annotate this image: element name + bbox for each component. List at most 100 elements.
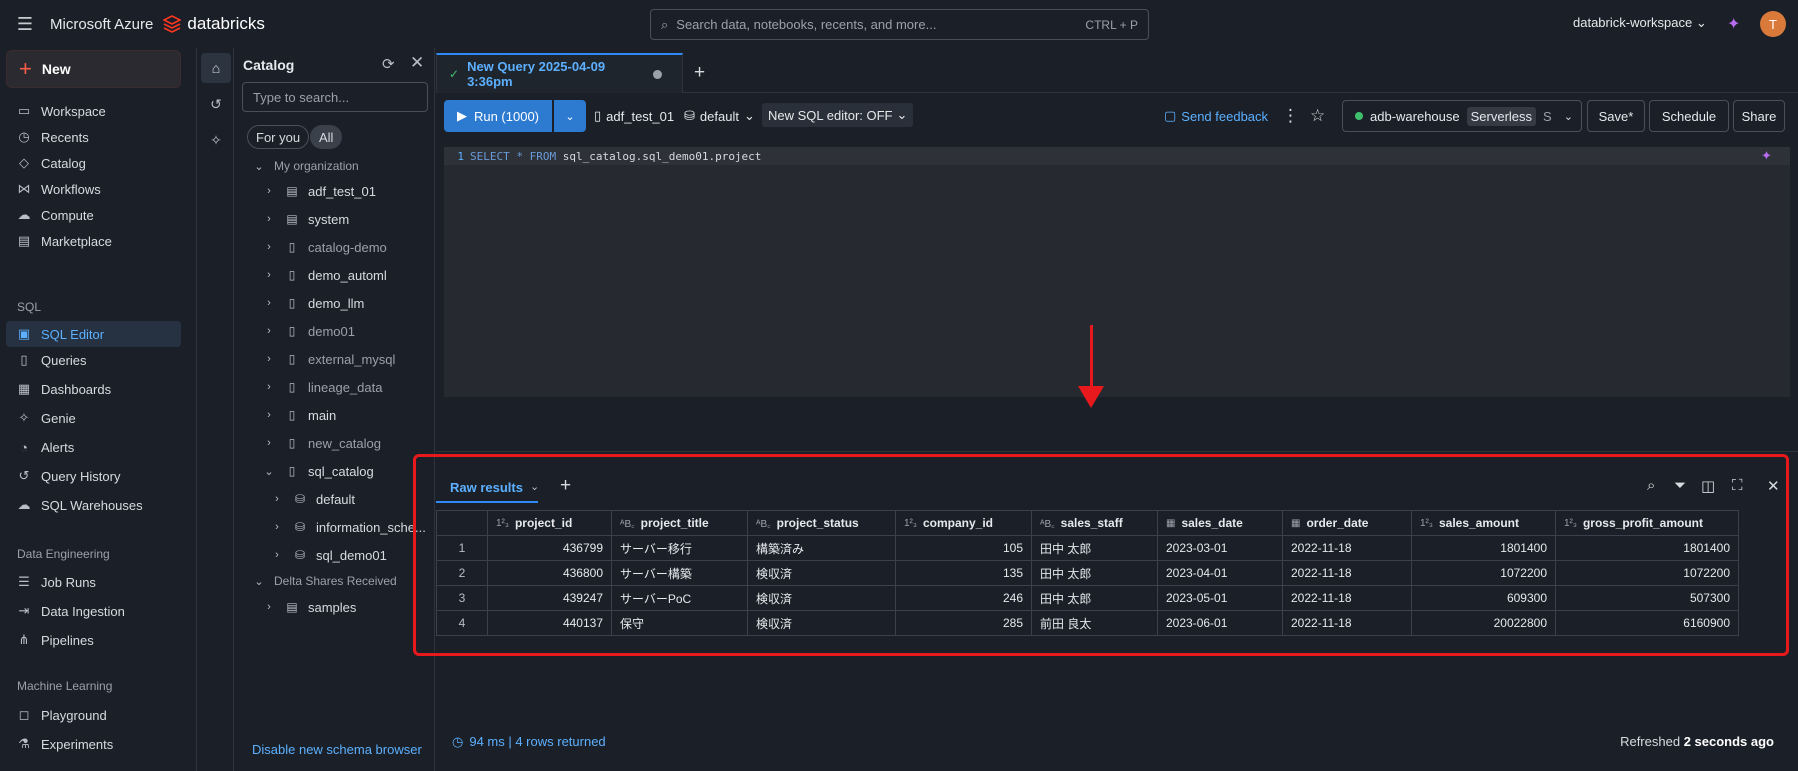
chevron-right-icon: › xyxy=(267,601,271,613)
sidebar-item-experiments[interactable]: ⚗ Experiments xyxy=(6,731,181,757)
tree-label: demo01 xyxy=(308,323,355,339)
sidebar-item-dashboards[interactable]: ▦ Dashboards xyxy=(6,376,181,402)
star-icon[interactable]: ☆ xyxy=(1310,106,1325,126)
sidebar-item-pipelines[interactable]: ⋔ Pipelines xyxy=(6,627,181,653)
menu-icon[interactable]: ☰ xyxy=(0,0,50,48)
disable-schema-browser-link[interactable]: Disable new schema browser xyxy=(252,742,422,757)
sidebar-item-job-runs[interactable]: ☰ Job Runs xyxy=(6,569,181,595)
catalog-icon: ▯ xyxy=(288,380,296,394)
workspace-switcher[interactable]: databrick-workspace ⌄ xyxy=(1573,15,1707,31)
history-icon[interactable]: ↺ xyxy=(201,89,231,119)
kebab-menu-icon[interactable]: ⋮ xyxy=(1282,106,1299,126)
add-tab-icon[interactable]: + xyxy=(694,62,705,84)
new-sql-editor-toggle[interactable]: New SQL editor: OFF ⌄ xyxy=(762,103,914,127)
avatar[interactable]: T xyxy=(1760,11,1786,37)
sidebar-item-alerts[interactable]: ◔ Alerts xyxy=(6,434,181,460)
tree-item-lineage-data[interactable]: › ▯ lineage_data xyxy=(262,374,382,400)
catalog-browser-icon[interactable]: ⌂ xyxy=(201,53,231,83)
save-button[interactable]: Save* xyxy=(1587,100,1645,132)
sidebar-item-playground[interactable]: ◻ Playground xyxy=(6,702,181,728)
tree-schema-information[interactable]: › ⛁ information_sche... xyxy=(270,514,426,540)
product-name: databricks xyxy=(187,14,265,33)
tab-title: New Query 2025-04-09 3:36pm xyxy=(467,59,606,89)
catalog-icon: ▯ xyxy=(288,408,296,422)
sidebar-item-genie[interactable]: ✧ Genie xyxy=(6,405,181,431)
share-button[interactable]: Share xyxy=(1733,100,1785,132)
sql-editor-line[interactable]: 1 SELECT * FROM sql_catalog.sql_demo01.p… xyxy=(444,147,1790,165)
sql-editor-area[interactable] xyxy=(444,165,1790,397)
play-icon: ▶ xyxy=(456,108,467,123)
run-button[interactable]: ▶ Run (1000) xyxy=(444,100,552,132)
sidebar-item-label: Genie xyxy=(41,410,76,426)
chevron-right-icon: › xyxy=(267,241,271,253)
new-button[interactable]: + New xyxy=(6,50,181,88)
assistant-sparkle-icon[interactable]: ✦ xyxy=(1761,148,1772,164)
chevron-right-icon: › xyxy=(267,213,271,225)
tree-item-demo-llm[interactable]: › ▯ demo_llm xyxy=(262,290,364,316)
search-shortcut: CTRL + P xyxy=(1085,17,1138,32)
warehouse-selector[interactable]: adb-warehouse Serverless S ⌄ xyxy=(1342,100,1582,132)
tree-label: sql_demo01 xyxy=(316,547,387,563)
schema-selector[interactable]: ⛁ default ⌄ xyxy=(684,108,755,124)
tree-item-demo01[interactable]: › ▯ demo01 xyxy=(262,318,355,344)
tree-item-catalog-demo[interactable]: › ▯ catalog-demo xyxy=(262,234,387,260)
assistant-icon[interactable]: ✧ xyxy=(201,125,231,155)
tree-delta-shares[interactable]: ⌄ Delta Shares Received xyxy=(252,568,396,594)
chevron-down-icon: ⌄ xyxy=(254,160,264,173)
tree-item-demo-automl[interactable]: › ▯ demo_automl xyxy=(262,262,387,288)
sidebar-item-recents[interactable]: ◷ Recents xyxy=(6,124,181,150)
database-icon: ⛁ xyxy=(294,492,306,506)
chevron-down-icon: ⌄ xyxy=(896,107,908,122)
filter-all[interactable]: All xyxy=(310,125,343,149)
tree-label: system xyxy=(308,211,350,227)
sql-code[interactable]: SELECT * FROM sql_catalog.sql_demo01.pro… xyxy=(470,150,761,163)
chevron-down-icon: ⌄ xyxy=(743,108,755,123)
sidebar-item-query-history[interactable]: ↺ Query History xyxy=(6,463,181,489)
sidebar-item-sql-editor[interactable]: ▣ SQL Editor xyxy=(6,321,181,347)
tree-item-main[interactable]: › ▯ main xyxy=(262,402,336,428)
brand-label: Microsoft Azure xyxy=(50,15,154,33)
catalog-icon: ▯ xyxy=(288,324,296,338)
schedule-button[interactable]: Schedule xyxy=(1649,100,1729,132)
tree-item-system[interactable]: › ▤ system xyxy=(262,206,349,232)
filter-for-you[interactable]: For you xyxy=(247,125,310,149)
sidebar-item-label: Compute xyxy=(41,207,94,223)
unsaved-dot-icon[interactable] xyxy=(653,69,662,79)
refresh-icon[interactable]: ⟳ xyxy=(382,55,395,73)
databricks-logo[interactable]: databricks xyxy=(163,14,265,34)
sidebar-item-label: Workspace xyxy=(41,103,106,119)
run-options-chevron-down-icon[interactable]: ⌄ xyxy=(554,100,586,132)
clock-icon: ◷ xyxy=(18,129,30,144)
send-feedback-link[interactable]: ▢ Send feedback xyxy=(1164,108,1268,124)
sidebar-item-sql-warehouses[interactable]: ☁ SQL Warehouses xyxy=(6,492,181,518)
catalog-icon: ▯ xyxy=(288,464,296,478)
tree-schema-default[interactable]: › ⛁ default xyxy=(270,486,355,512)
chevron-right-icon: › xyxy=(267,353,271,365)
tree-my-organization[interactable]: ⌄ My organization xyxy=(252,153,358,179)
tree-label: information_sche... xyxy=(316,519,426,535)
tab-new-query[interactable]: ✓ New Query 2025-04-09 3:36pm xyxy=(436,53,683,93)
global-search[interactable]: ⌕ Search data, notebooks, recents, and m… xyxy=(650,9,1149,40)
sidebar-item-catalog[interactable]: ◇ Catalog xyxy=(6,150,181,176)
close-icon[interactable]: ✕ xyxy=(410,53,424,73)
catalog-search-input[interactable]: Type to search... xyxy=(242,82,428,112)
assistant-sparkle-icon[interactable]: ✦ xyxy=(1727,14,1740,34)
sidebar-item-workspace[interactable]: ▭ Workspace xyxy=(6,98,181,124)
sidebar-item-compute[interactable]: ☁ Compute xyxy=(6,202,181,228)
catalog-selector[interactable]: ▯ adf_test_01 xyxy=(594,108,674,124)
database-icon: ⛁ xyxy=(684,108,695,123)
tree-item-sql-catalog[interactable]: ⌄ ▯ sql_catalog xyxy=(262,458,373,484)
sidebar-item-label: Job Runs xyxy=(41,574,96,590)
sidebar-item-queries[interactable]: ▯ Queries xyxy=(6,347,181,373)
tree-item-adf-test-01[interactable]: › ▤ adf_test_01 xyxy=(262,178,376,204)
database-icon: ⛁ xyxy=(294,548,306,562)
tree-item-new-catalog[interactable]: › ▯ new_catalog xyxy=(262,430,381,456)
sidebar-item-data-ingestion[interactable]: ⇥ Data Ingestion xyxy=(6,598,181,624)
sidebar-item-workflows[interactable]: ⋈ Workflows xyxy=(6,176,181,202)
tree-item-external-mysql[interactable]: › ▯ external_mysql xyxy=(262,346,395,372)
tree-item-samples[interactable]: › ▤ samples xyxy=(262,594,356,620)
sidebar-item-marketplace[interactable]: ▤ Marketplace xyxy=(6,228,181,254)
catalog-icon: ▯ xyxy=(288,240,296,254)
tree-schema-sql-demo01[interactable]: › ⛁ sql_demo01 xyxy=(270,542,387,568)
annotation-arrow-head xyxy=(1078,386,1104,408)
